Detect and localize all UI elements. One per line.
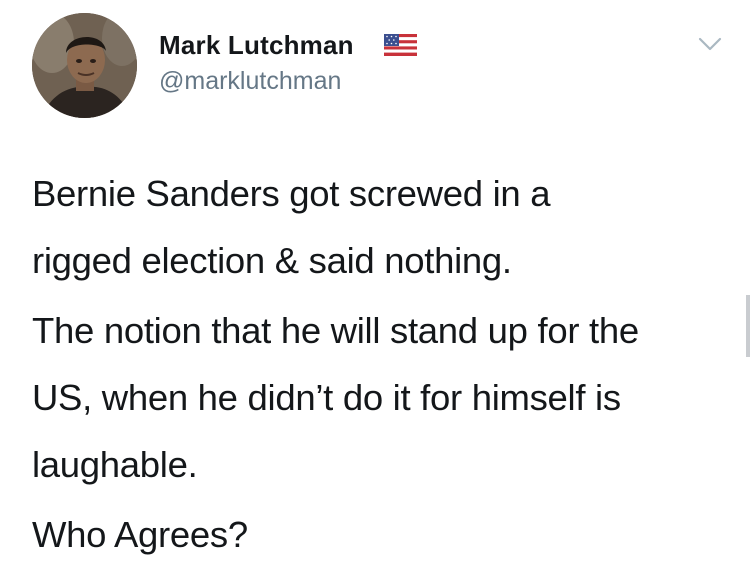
display-name[interactable]: Mark Lutchman — [159, 30, 354, 61]
user-avatar[interactable] — [32, 13, 137, 118]
tweet-text-paragraph-3: Who Agrees? — [32, 501, 742, 568]
tweet-text-line: laughable. — [32, 444, 198, 485]
tweet-card: Mark Lutchman @marklutchman Bernie Sande… — [0, 0, 750, 587]
us-flag-icon — [384, 34, 417, 56]
tweet-text-line: rigged election & said nothing. — [32, 240, 512, 281]
tweet-text-paragraph-2: The notion that he will stand up for the… — [32, 297, 742, 498]
chevron-down-icon[interactable] — [697, 35, 723, 53]
scroll-edge-divider — [746, 295, 750, 357]
user-handle[interactable]: @marklutchman — [159, 67, 341, 96]
tweet-text-line: US, when he didn’t do it for himself is — [32, 377, 621, 418]
tweet-text-line: Who Agrees? — [32, 514, 248, 555]
tweet-text-line: Bernie Sanders got screwed in a — [32, 173, 551, 214]
avatar-photo-icon — [32, 13, 137, 118]
tweet-text-paragraph-1: Bernie Sanders got screwed in a rigged e… — [32, 160, 742, 294]
tweet-text-line: The notion that he will stand up for the — [32, 310, 639, 351]
